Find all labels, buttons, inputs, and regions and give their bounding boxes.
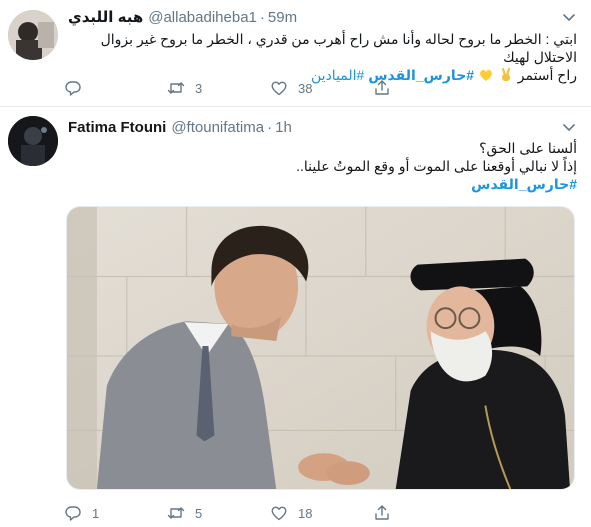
tweet[interactable]: هبه اللبدي @allabadiheba1 · 59m ابتي : ا… (0, 0, 591, 107)
share-icon (375, 505, 389, 520)
tweet-text: ألسنا على الحق؟ إذاً لا نبالي أوقعنا على… (68, 139, 577, 193)
timestamp[interactable]: 1h (275, 119, 292, 136)
reply-count: 1 (92, 505, 100, 521)
chevron-down-icon[interactable] (561, 119, 577, 135)
separator: · (259, 8, 265, 26)
tweet-text-line: إذاً لا نبالي أوقعنا على الموت أو وقع ال… (296, 158, 577, 174)
tweet-text: ابتي : الخطر ما بروح لحاله وأنا مش راح أ… (68, 30, 577, 84)
retweet-button[interactable]: 5 (167, 502, 270, 524)
retweet-button[interactable]: 3 (167, 77, 270, 99)
avatar[interactable] (8, 10, 58, 60)
share-button[interactable] (373, 502, 476, 524)
tweet-actions: 1 5 18 (64, 502, 476, 524)
retweet-icon (167, 507, 185, 519)
tweet-photo[interactable] (66, 206, 575, 490)
reply-button[interactable] (64, 77, 167, 99)
display-name[interactable]: هبه اللبدي (68, 8, 143, 26)
timestamp[interactable]: 59m (268, 9, 297, 26)
like-count: 38 (298, 80, 313, 96)
victory-hand-icon (501, 67, 510, 81)
heart-icon (271, 81, 287, 96)
reply-icon (65, 81, 81, 96)
reply-button[interactable]: 1 (64, 502, 167, 524)
avatar[interactable] (8, 116, 58, 166)
retweet-icon (167, 82, 185, 94)
handle[interactable]: @ftounifatima (171, 119, 264, 136)
share-button[interactable] (373, 77, 476, 99)
tweet-text-fragment: راح أستمر (517, 67, 577, 83)
like-button[interactable]: 38 (270, 77, 373, 99)
tweet-actions: 3 38 (64, 77, 476, 99)
tweet-header: هبه اللبدي @allabadiheba1 · 59m (68, 7, 297, 27)
tweet-text-line: ألسنا على الحق؟ (479, 140, 577, 156)
like-count: 18 (298, 505, 313, 521)
share-icon (375, 80, 389, 95)
retweet-count: 3 (195, 80, 203, 96)
reply-icon (65, 506, 81, 521)
handle[interactable]: @allabadiheba1 (148, 9, 257, 26)
separator: · (267, 118, 273, 136)
like-button[interactable]: 18 (270, 502, 373, 524)
tweet-header: Fatima Ftouni @ftounifatima · 1h (68, 117, 292, 137)
yellow-heart-icon (480, 69, 492, 81)
hashtag-link[interactable]: #حارس_القدس (471, 176, 577, 192)
tweet[interactable]: Fatima Ftouni @ftounifatima · 1h ألسنا ع… (0, 107, 591, 527)
chevron-down-icon[interactable] (561, 9, 577, 25)
retweet-count: 5 (195, 505, 203, 521)
heart-icon (271, 506, 287, 521)
display-name[interactable]: Fatima Ftouni (68, 119, 166, 136)
tweet-text-line: ابتي : الخطر ما بروح لحاله وأنا مش راح أ… (100, 31, 577, 65)
